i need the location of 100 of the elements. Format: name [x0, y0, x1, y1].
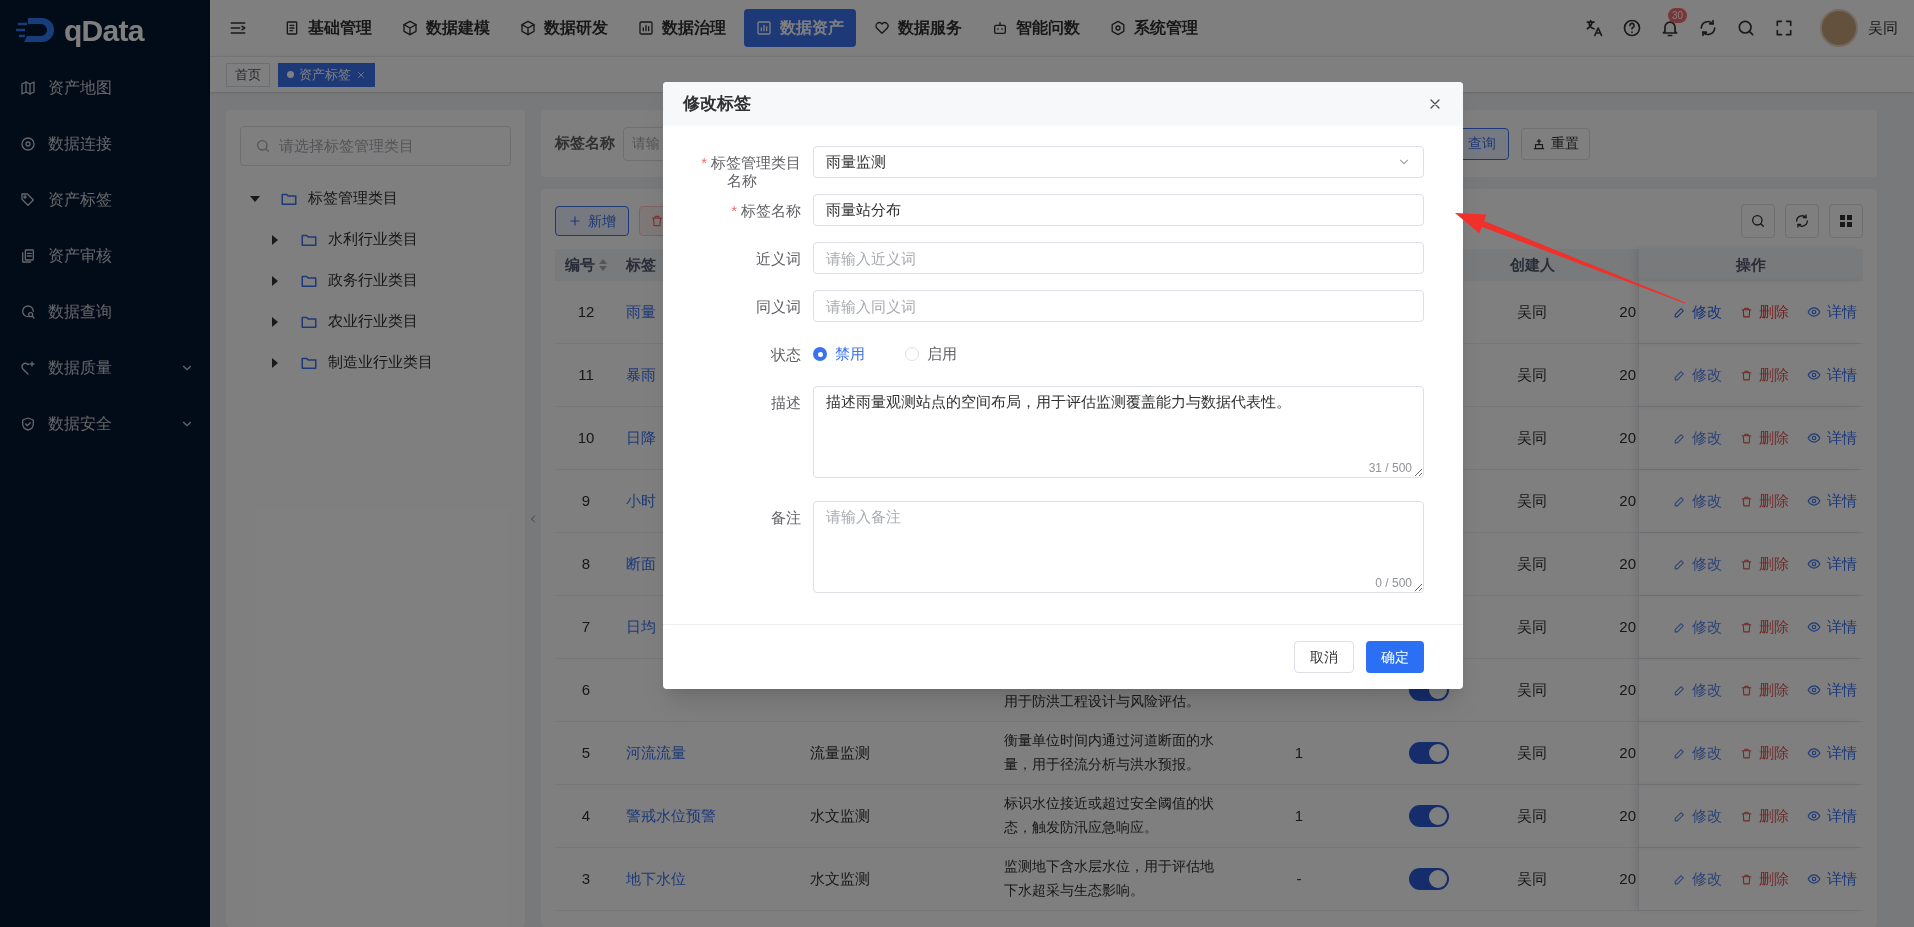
nav-tab[interactable]: 数据建模: [390, 9, 502, 47]
eye-icon: [1807, 620, 1821, 634]
tag-name-link[interactable]: 警戒水位预警: [626, 806, 716, 824]
tree-item[interactable]: 农业行业类目: [240, 301, 511, 342]
tag-name-link[interactable]: 河流流量: [626, 743, 686, 761]
delete-link[interactable]: 删除: [1740, 363, 1789, 387]
detail-link[interactable]: 详情: [1807, 552, 1857, 576]
translate-icon[interactable]: [1584, 18, 1604, 38]
nav-tab[interactable]: 数据服务: [862, 9, 974, 47]
delete-link[interactable]: 删除: [1740, 489, 1789, 513]
detail-link[interactable]: 详情: [1807, 678, 1857, 702]
text-field[interactable]: 请输入近义词: [813, 242, 1424, 274]
delete-link[interactable]: 删除: [1740, 741, 1789, 765]
edit-link[interactable]: 修改: [1673, 363, 1722, 387]
tag-name-link[interactable]: 地下水位: [626, 869, 686, 887]
nav-tab[interactable]: 系统管理: [1098, 9, 1210, 47]
table-cell-text: 20: [1619, 553, 1636, 574]
edit-link[interactable]: 修改: [1673, 741, 1722, 765]
help-icon[interactable]: [1622, 18, 1642, 38]
nav-tab[interactable]: 基础管理: [272, 9, 384, 47]
caret-right-icon[interactable]: [270, 275, 280, 286]
column-header[interactable]: 编号: [565, 253, 595, 277]
nav-tab[interactable]: 数据治理: [626, 9, 738, 47]
delete-link[interactable]: 删除: [1740, 867, 1789, 891]
edit-link[interactable]: 修改: [1673, 678, 1722, 702]
delete-link[interactable]: 删除: [1740, 552, 1789, 576]
edit-link[interactable]: 修改: [1673, 804, 1722, 828]
sidebar-item[interactable]: 资产审核: [0, 228, 210, 284]
detail-link[interactable]: 详情: [1807, 741, 1857, 765]
sidebar-item[interactable]: 数据查询: [0, 284, 210, 340]
text-field[interactable]: 雨量站分布: [813, 194, 1424, 226]
delete-link[interactable]: 删除: [1740, 678, 1789, 702]
sidebar-item[interactable]: 数据连接: [0, 116, 210, 172]
detail-link[interactable]: 详情: [1807, 489, 1857, 513]
caret-right-icon[interactable]: [270, 316, 280, 327]
tag-name-link[interactable]: 日降: [626, 428, 656, 446]
caret-down-icon[interactable]: [250, 193, 260, 204]
edit-link[interactable]: 修改: [1673, 615, 1722, 639]
toolbar-button[interactable]: [1741, 204, 1775, 238]
sidebar-item[interactable]: 数据质量: [0, 340, 210, 396]
radio-button[interactable]: [813, 347, 827, 361]
search-icon[interactable]: [1736, 18, 1756, 38]
tree-item[interactable]: 制造业行业类目: [240, 342, 511, 383]
detail-link[interactable]: 详情: [1807, 300, 1857, 324]
status-switch[interactable]: [1409, 742, 1449, 764]
tag-name-link[interactable]: 雨量: [626, 302, 656, 320]
confirm-button[interactable]: 确定: [1366, 641, 1424, 673]
delete-link[interactable]: 删除: [1740, 426, 1789, 450]
sidebar-item[interactable]: 数据安全: [0, 396, 210, 452]
radio-label[interactable]: 禁用: [835, 342, 865, 366]
pencil-icon: [1673, 368, 1686, 382]
page-tab[interactable]: 资产标签: [278, 62, 375, 87]
caret-right-icon[interactable]: [270, 357, 280, 368]
field-label: 近义词: [756, 249, 801, 269]
delete-link[interactable]: 删除: [1740, 300, 1789, 324]
caret-right-icon[interactable]: [270, 234, 280, 245]
table-cell: 水文监测: [810, 806, 870, 824]
page-tab[interactable]: 首页: [226, 62, 270, 87]
sidebar-item[interactable]: 资产标签: [0, 172, 210, 228]
refresh-icon[interactable]: [1698, 18, 1718, 38]
toolbar-button[interactable]: [1785, 204, 1819, 238]
nav-tab[interactable]: 数据研发: [508, 9, 620, 47]
tree-item[interactable]: 标签管理类目: [240, 178, 511, 219]
tag-name-link[interactable]: 暴雨: [626, 365, 656, 383]
radio-label[interactable]: 启用: [927, 342, 957, 366]
edit-link[interactable]: 修改: [1673, 552, 1722, 576]
fullscreen-icon[interactable]: [1774, 18, 1794, 38]
status-switch[interactable]: [1409, 868, 1449, 890]
nav-tab[interactable]: 数据资产: [744, 9, 856, 47]
delete-link[interactable]: 删除: [1740, 804, 1789, 828]
user-name[interactable]: 吴同: [1868, 16, 1898, 40]
pencil-icon: [1673, 431, 1686, 445]
edit-link[interactable]: 修改: [1673, 867, 1722, 891]
tag-name-link[interactable]: 日均: [626, 617, 656, 635]
text-field[interactable]: 请输入同义词: [813, 290, 1424, 322]
reset-button[interactable]: 重置: [1521, 127, 1590, 160]
sidebar-item[interactable]: 资产地图: [0, 60, 210, 116]
edit-link[interactable]: 修改: [1673, 426, 1722, 450]
edit-link[interactable]: 修改: [1673, 300, 1722, 324]
bell-icon[interactable]: [1660, 18, 1680, 38]
pencil-icon: [1673, 557, 1686, 571]
toolbar-button[interactable]: [1829, 204, 1863, 238]
radio-button[interactable]: [905, 347, 919, 361]
delete-link[interactable]: 删除: [1740, 615, 1789, 639]
detail-link[interactable]: 详情: [1807, 867, 1857, 891]
tag-name-link[interactable]: 小时: [626, 491, 656, 509]
tree-item[interactable]: 政务行业类目: [240, 260, 511, 301]
add-button[interactable]: 新增: [555, 206, 629, 236]
tree-item[interactable]: 水利行业类目: [240, 219, 511, 260]
cancel-button[interactable]: 取消: [1294, 641, 1354, 673]
detail-link[interactable]: 详情: [1807, 426, 1857, 450]
category-select[interactable]: 雨量监测: [813, 146, 1424, 178]
tag-name-link[interactable]: 断面: [626, 554, 656, 572]
table-cell-text: 20: [1619, 616, 1636, 637]
detail-link[interactable]: 详情: [1807, 615, 1857, 639]
edit-link[interactable]: 修改: [1673, 489, 1722, 513]
detail-link[interactable]: 详情: [1807, 804, 1857, 828]
detail-link[interactable]: 详情: [1807, 363, 1857, 387]
status-switch[interactable]: [1409, 805, 1449, 827]
nav-tab[interactable]: 智能问数: [980, 9, 1092, 47]
